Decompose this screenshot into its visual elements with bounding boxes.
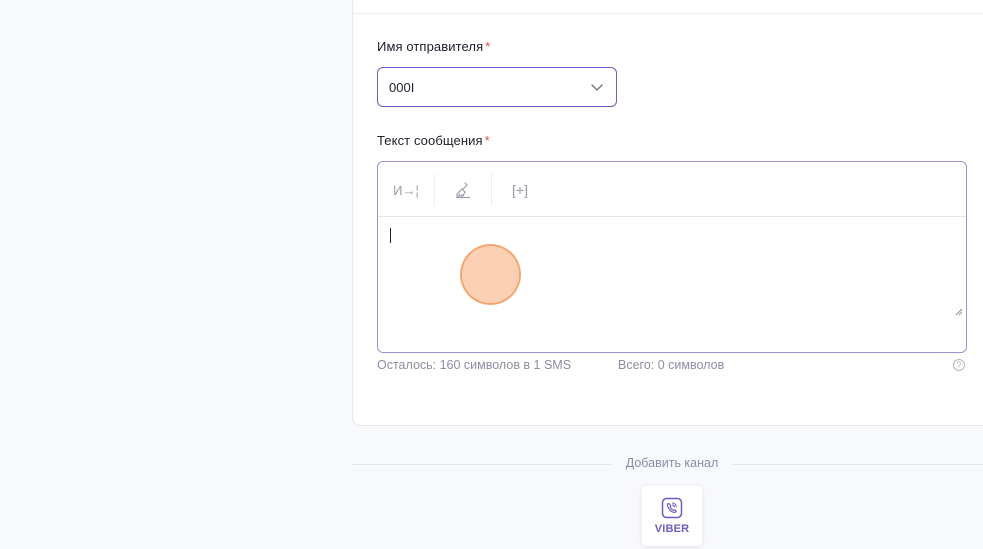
clear-format-button[interactable] — [445, 176, 481, 204]
total-characters: Всего: 0 символов — [618, 358, 725, 372]
required-mark: * — [484, 133, 490, 148]
section-divider — [353, 13, 983, 14]
text-caret — [390, 228, 391, 243]
add-channel-divider-right — [731, 464, 983, 465]
resize-handle-icon[interactable] — [955, 308, 963, 316]
insert-field-icon: [+] — [512, 182, 528, 198]
insert-field-button[interactable]: [+] — [502, 176, 538, 204]
sender-name-label: Имя отправителя * — [377, 39, 490, 54]
insert-variable-button[interactable]: И→¦ — [388, 176, 424, 204]
toolbar-separator — [491, 174, 492, 206]
clear-brush-icon — [456, 182, 470, 199]
editor-toolbar: И→¦ [+] — [378, 162, 966, 217]
click-indicator — [460, 244, 521, 305]
message-text-label-text: Текст сообщения — [377, 133, 483, 148]
help-icon-glyph: ? — [956, 360, 962, 370]
insert-variable-icon: И→¦ — [393, 182, 419, 198]
viber-channel-button[interactable]: VIBER — [642, 486, 702, 546]
toolbar-separator — [434, 174, 435, 206]
message-text-label: Текст сообщения * — [377, 133, 490, 148]
remaining-characters: Осталось: 160 символов в 1 SMS — [377, 358, 572, 372]
help-icon[interactable]: ? — [953, 359, 965, 371]
add-channel-divider-left — [352, 464, 613, 465]
required-mark: * — [485, 39, 491, 54]
sender-name-label-text: Имя отправителя — [377, 39, 484, 54]
add-channel-label: Добавить канал — [613, 456, 731, 470]
sender-name-value: 000I — [389, 79, 415, 95]
chevron-down-icon — [591, 84, 603, 91]
sender-name-select[interactable]: 000I — [377, 67, 617, 107]
viber-icon — [661, 497, 683, 519]
viber-channel-label: VIBER — [654, 523, 690, 535]
